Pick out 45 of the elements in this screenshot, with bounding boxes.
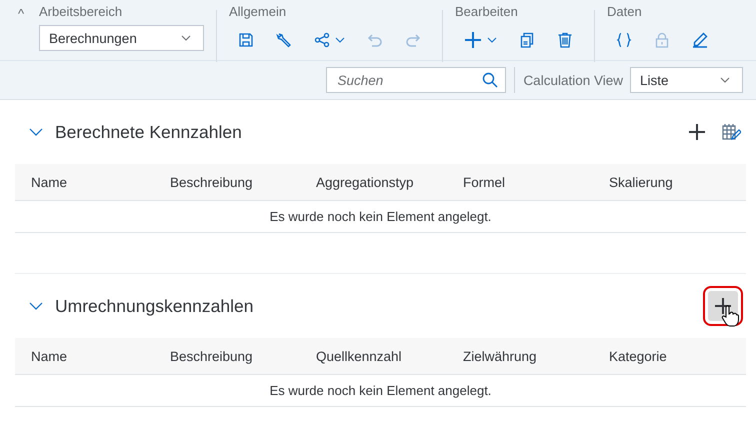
trash-icon bbox=[557, 32, 573, 48]
share-icon bbox=[314, 32, 330, 48]
empty-message: Es wurde noch kein Element angelegt. bbox=[270, 383, 492, 398]
column-header: Beschreibung bbox=[170, 348, 254, 364]
braces-icon bbox=[616, 32, 632, 48]
empty-message: Es wurde noch kein Element angelegt. bbox=[270, 209, 492, 224]
plus-icon bbox=[688, 123, 706, 141]
column-header: Formel bbox=[463, 174, 506, 190]
table-edit-icon bbox=[721, 123, 741, 141]
caret-icon bbox=[335, 37, 345, 43]
redo-icon bbox=[405, 32, 421, 48]
add-icon bbox=[464, 31, 482, 49]
workspace-dropdown[interactable]: Berechnungen bbox=[39, 25, 204, 51]
pen-icon bbox=[692, 32, 708, 48]
search-icon bbox=[482, 72, 498, 88]
caret-icon bbox=[487, 37, 497, 43]
collapse-icon[interactable]: ^ bbox=[14, 6, 28, 21]
save-icon bbox=[238, 32, 254, 48]
section-title: Berechnete Kennzahlen bbox=[55, 122, 242, 142]
expand-icon[interactable] bbox=[29, 128, 43, 136]
wrench-icon bbox=[276, 32, 292, 48]
column-header: Name bbox=[31, 348, 68, 364]
group-label: Bearbeiten bbox=[455, 4, 519, 21]
group-label: Daten bbox=[607, 4, 643, 21]
column-header: Beschreibung bbox=[170, 174, 254, 190]
column-header: Name bbox=[31, 174, 68, 190]
section-title: Umrechnungskennzahlen bbox=[55, 296, 254, 316]
column-header: Kategorie bbox=[609, 348, 668, 364]
lock-icon bbox=[654, 32, 670, 48]
copy-icon bbox=[519, 32, 535, 48]
column-header: Zielwährung bbox=[463, 348, 538, 364]
chevron-down-icon bbox=[720, 77, 730, 83]
undo-icon bbox=[367, 32, 383, 48]
view-dropdown[interactable]: Liste bbox=[630, 67, 743, 93]
column-header: Aggregationstyp bbox=[316, 174, 415, 190]
view-label: Calculation View bbox=[523, 72, 623, 88]
search-field[interactable]: Suchen bbox=[326, 67, 506, 93]
group-label: Arbeitsbereich bbox=[39, 4, 124, 21]
group-label: Allgemein bbox=[229, 4, 288, 21]
column-header: Quellkennzahl bbox=[316, 348, 403, 364]
column-header: Skalierung bbox=[609, 174, 674, 190]
plus-icon bbox=[714, 297, 732, 315]
expand-icon[interactable] bbox=[29, 302, 43, 310]
hand-cursor-icon bbox=[721, 305, 739, 327]
chevron-down-icon bbox=[181, 35, 191, 41]
